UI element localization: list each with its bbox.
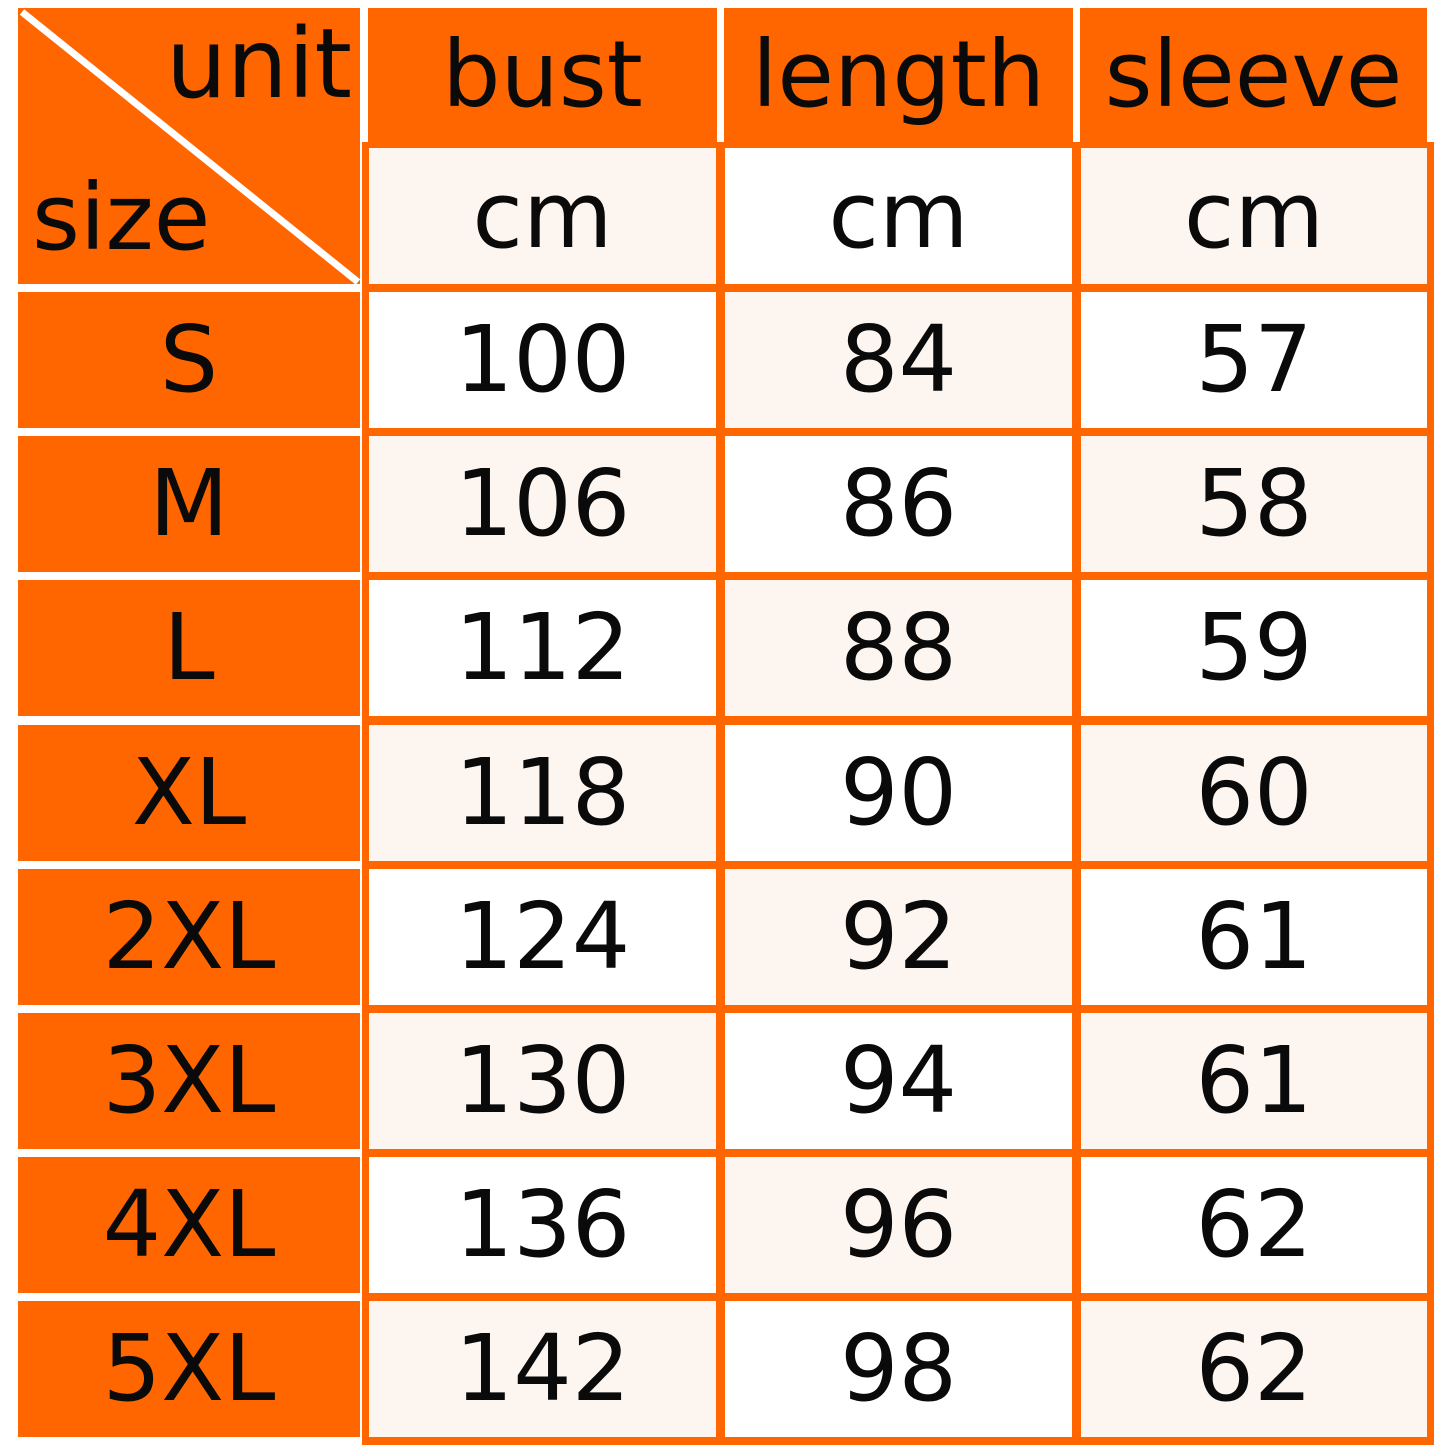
size-label: XL (18, 725, 360, 861)
column-header-length: length (724, 8, 1073, 142)
measurement-cell-length: 98 (725, 1301, 1072, 1437)
measurement-cell-length: 86 (725, 436, 1072, 572)
measurement-cell-sleeve: 59 (1081, 580, 1427, 716)
size-label: L (18, 580, 360, 716)
corner-header: unit size (18, 8, 360, 284)
unit-cell-length: cm (725, 148, 1072, 284)
size-label: 4XL (18, 1157, 360, 1293)
measurement-cell-bust: 106 (369, 436, 716, 572)
size-label: 2XL (18, 869, 360, 1005)
size-label: M (18, 436, 360, 572)
measurement-cell-bust: 112 (369, 580, 716, 716)
measurement-cell-bust: 142 (369, 1301, 716, 1437)
measurement-cell-length: 90 (725, 725, 1072, 861)
measurement-cell-sleeve: 61 (1081, 1013, 1427, 1149)
size-label: 3XL (18, 1013, 360, 1149)
corner-size-label: size (32, 164, 211, 271)
measurement-cell-sleeve: 60 (1081, 725, 1427, 861)
measurement-cell-bust: 136 (369, 1157, 716, 1293)
column-header-bust: bust (368, 8, 717, 142)
measurement-cell-sleeve: 62 (1081, 1301, 1427, 1437)
measurement-cell-length: 94 (725, 1013, 1072, 1149)
measurement-cell-bust: 118 (369, 725, 716, 861)
measurement-cell-bust: 130 (369, 1013, 716, 1149)
size-label: S (18, 292, 360, 428)
measurement-cell-length: 96 (725, 1157, 1072, 1293)
measurement-cell-sleeve: 57 (1081, 292, 1427, 428)
column-header-sleeve: sleeve (1080, 8, 1427, 142)
measurement-cell-sleeve: 58 (1081, 436, 1427, 572)
measurement-cell-length: 92 (725, 869, 1072, 1005)
unit-cell-sleeve: cm (1081, 148, 1427, 284)
measurement-cell-length: 84 (725, 292, 1072, 428)
corner-unit-label: unit (166, 8, 352, 120)
measurement-cell-sleeve: 61 (1081, 869, 1427, 1005)
unit-cell-bust: cm (369, 148, 716, 284)
measurement-cell-length: 88 (725, 580, 1072, 716)
measurement-cell-bust: 124 (369, 869, 716, 1005)
measurement-cell-bust: 100 (369, 292, 716, 428)
size-label: 5XL (18, 1301, 360, 1437)
measurement-cell-sleeve: 62 (1081, 1157, 1427, 1293)
